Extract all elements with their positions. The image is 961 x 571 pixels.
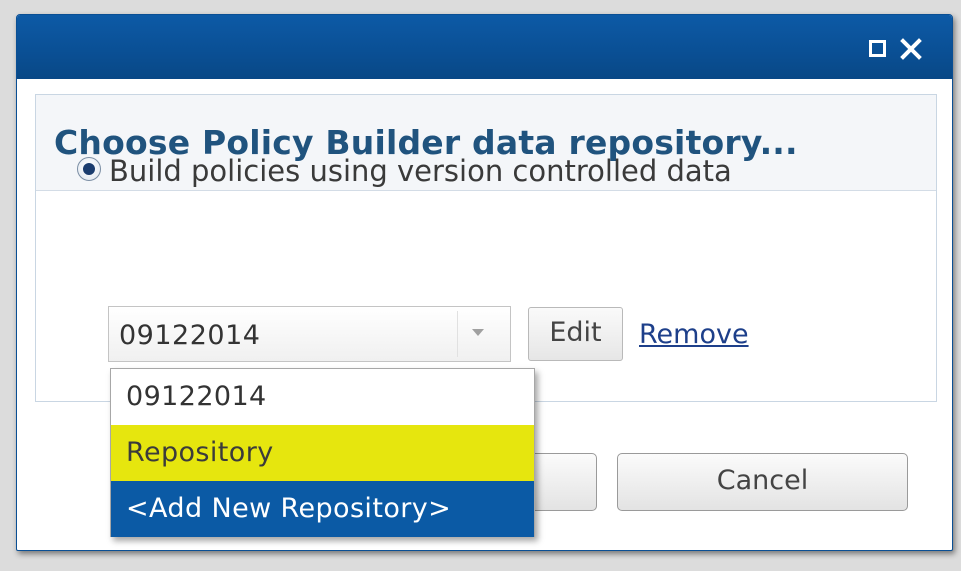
radio-selected-dot: [83, 163, 95, 175]
dropdown-option-add-new-repository[interactable]: <Add New Repository>: [111, 481, 534, 537]
cancel-button[interactable]: Cancel: [617, 453, 908, 511]
dialog-titlebar: [17, 15, 952, 79]
version-controlled-radio[interactable]: [77, 157, 101, 181]
close-icon[interactable]: [899, 37, 923, 61]
screen: Choose Policy Builder data repository...…: [0, 0, 961, 571]
select-divider: [457, 311, 458, 357]
repository-dropdown-list: 09122014 Repository <Add New Repository>: [110, 368, 535, 537]
remove-link[interactable]: Remove: [639, 319, 749, 350]
dropdown-option-repository[interactable]: Repository: [111, 425, 534, 481]
repository-dialog: Choose Policy Builder data repository...…: [16, 14, 953, 551]
edit-button[interactable]: Edit: [528, 307, 623, 361]
dropdown-option-09122014[interactable]: 09122014: [111, 369, 534, 425]
repository-select[interactable]: 09122014: [108, 306, 511, 362]
chevron-down-icon[interactable]: [472, 329, 484, 336]
version-controlled-label: Build policies using version controlled …: [109, 154, 732, 188]
maximize-icon[interactable]: [868, 39, 888, 59]
repository-select-value: 09122014: [119, 320, 261, 351]
